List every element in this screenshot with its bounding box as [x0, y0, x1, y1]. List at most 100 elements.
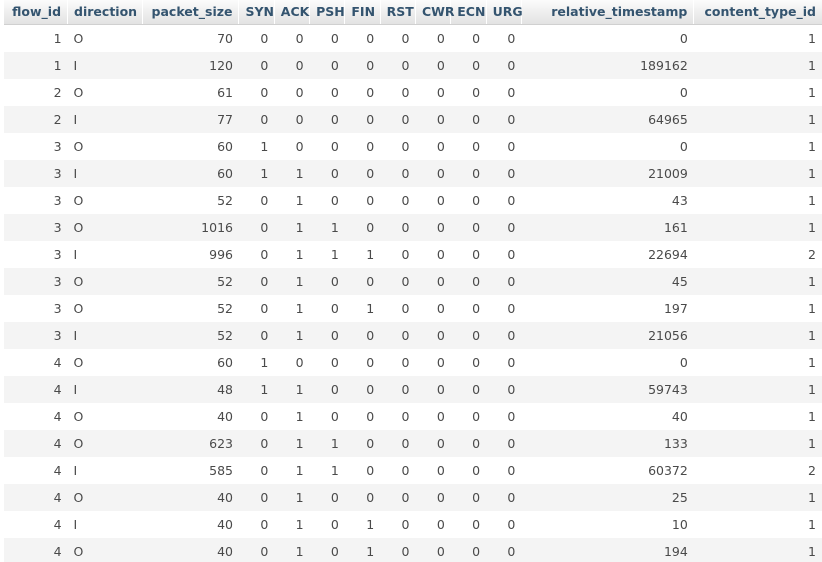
table-row[interactable]: 4 I 585 0 1 1 0 0 0 0 0 60372 2 — [4, 457, 822, 484]
cell-RST: 0 — [380, 376, 416, 403]
column-header-flow_id[interactable]: flow_id — [4, 0, 69, 25]
cell-PSH: 1 — [309, 214, 345, 241]
table-row[interactable]: 4 O 40 0 1 0 0 0 0 0 0 25 1 — [4, 484, 822, 511]
cell-direction: O — [67, 349, 143, 376]
column-header-URG[interactable]: URG — [486, 0, 523, 25]
cell-packet_size: 60 — [142, 349, 239, 376]
cell-flow_id: 3 — [4, 187, 68, 214]
cell-URG: 0 — [486, 538, 522, 562]
cell-CWR: 0 — [415, 160, 451, 187]
cell-ECN: 0 — [450, 511, 487, 538]
cell-PSH: 0 — [309, 52, 345, 79]
column-header-CWR[interactable]: CWR — [415, 0, 455, 25]
cell-SYN: 0 — [238, 457, 275, 484]
column-header-ECN[interactable]: ECN — [450, 0, 487, 25]
cell-flow_id: 4 — [4, 403, 68, 430]
cell-SYN: 0 — [238, 79, 275, 106]
table-row[interactable]: 3 I 60 1 1 0 0 0 0 0 0 21009 1 — [4, 160, 822, 187]
table-row[interactable]: 4 O 60 1 0 0 0 0 0 0 0 0 1 — [4, 349, 822, 376]
cell-content_type_id: 1 — [693, 511, 822, 538]
cell-flow_id: 3 — [4, 133, 68, 160]
cell-packet_size: 52 — [142, 295, 239, 322]
cell-content_type_id: 1 — [693, 268, 822, 295]
cell-ECN: 0 — [450, 484, 487, 511]
cell-content_type_id: 1 — [693, 349, 822, 376]
cell-packet_size: 40 — [142, 511, 239, 538]
table-row[interactable]: 3 O 52 0 1 0 0 0 0 0 0 43 1 — [4, 187, 822, 214]
cell-packet_size: 40 — [142, 484, 239, 511]
cell-FIN: 0 — [344, 430, 381, 457]
cell-relative_timestamp: 22694 — [521, 241, 694, 268]
cell-flow_id: 4 — [4, 511, 68, 538]
cell-relative_timestamp: 45 — [521, 268, 694, 295]
cell-ECN: 0 — [450, 457, 487, 484]
cell-PSH: 0 — [309, 79, 345, 106]
table-header-row: flow_id direction packet_size SYN ACK PSH FIN R… — [4, 0, 822, 25]
table-row[interactable]: 2 O 61 0 0 0 0 0 0 0 0 0 1 — [4, 79, 822, 106]
column-header-content_type_id[interactable]: content_type_id — [693, 0, 822, 25]
cell-flow_id: 4 — [4, 430, 68, 457]
table-row[interactable]: 1 O 70 0 0 0 0 0 0 0 0 0 1 — [4, 24, 822, 52]
table-row[interactable]: 4 O 40 0 1 0 0 0 0 0 0 40 1 — [4, 403, 822, 430]
cell-FIN: 0 — [344, 457, 381, 484]
column-header-SYN[interactable]: SYN — [238, 0, 275, 25]
column-header-FIN[interactable]: FIN — [344, 0, 381, 25]
cell-flow_id: 4 — [4, 538, 68, 562]
cell-content_type_id: 1 — [693, 322, 822, 349]
cell-direction: O — [67, 403, 143, 430]
cell-flow_id: 2 — [4, 106, 68, 133]
cell-RST: 0 — [380, 160, 416, 187]
table-row[interactable]: 3 O 52 0 1 0 1 0 0 0 0 197 1 — [4, 295, 822, 322]
cell-URG: 0 — [486, 187, 522, 214]
cell-ACK: 1 — [274, 538, 310, 562]
table-row[interactable]: 2 I 77 0 0 0 0 0 0 0 0 64965 1 — [4, 106, 822, 133]
table-row[interactable]: 3 I 52 0 1 0 0 0 0 0 0 21056 1 — [4, 322, 822, 349]
cell-URG: 0 — [486, 349, 522, 376]
cell-CWR: 0 — [415, 349, 451, 376]
cell-PSH: 0 — [309, 484, 345, 511]
column-header-packet_size[interactable]: packet_size — [142, 0, 240, 25]
cell-PSH: 0 — [309, 268, 345, 295]
cell-packet_size: 40 — [142, 403, 239, 430]
cell-CWR: 0 — [415, 430, 451, 457]
cell-direction: I — [67, 106, 143, 133]
cell-ACK: 1 — [274, 376, 310, 403]
cell-content_type_id: 1 — [693, 214, 822, 241]
cell-URG: 0 — [486, 457, 522, 484]
cell-relative_timestamp: 43 — [521, 187, 694, 214]
cell-FIN: 0 — [344, 376, 381, 403]
table-row[interactable]: 4 O 623 0 1 1 0 0 0 0 0 133 1 — [4, 430, 822, 457]
table-row[interactable]: 3 I 996 0 1 1 1 0 0 0 0 22694 2 — [4, 241, 822, 268]
cell-packet_size: 120 — [142, 52, 239, 79]
cell-FIN: 0 — [344, 52, 381, 79]
column-header-direction[interactable]: direction — [67, 0, 143, 25]
cell-ECN: 0 — [450, 349, 487, 376]
cell-ACK: 0 — [274, 52, 310, 79]
cell-FIN: 1 — [344, 511, 381, 538]
cell-SYN: 0 — [238, 268, 275, 295]
table-row[interactable]: 4 I 48 1 1 0 0 0 0 0 0 59743 1 — [4, 376, 822, 403]
cell-PSH: 1 — [309, 241, 345, 268]
table-row[interactable]: 3 O 52 0 1 0 0 0 0 0 0 45 1 — [4, 268, 822, 295]
table-row[interactable]: 4 O 40 0 1 0 1 0 0 0 0 194 1 — [4, 538, 822, 562]
cell-ECN: 0 — [450, 24, 487, 52]
cell-CWR: 0 — [415, 457, 451, 484]
table-row[interactable]: 3 O 60 1 0 0 0 0 0 0 0 0 1 — [4, 133, 822, 160]
cell-ACK: 0 — [274, 106, 310, 133]
column-header-PSH[interactable]: PSH — [309, 0, 346, 25]
column-header-ACK[interactable]: ACK — [274, 0, 311, 25]
cell-PSH: 1 — [309, 457, 345, 484]
table-row[interactable]: 4 I 40 0 1 0 1 0 0 0 0 10 1 — [4, 511, 822, 538]
table-row[interactable]: 1 I 120 0 0 0 0 0 0 0 0 189162 1 — [4, 52, 822, 79]
cell-packet_size: 585 — [142, 457, 239, 484]
table-row[interactable]: 3 O 1016 0 1 1 0 0 0 0 0 161 1 — [4, 214, 822, 241]
column-header-relative_timestamp[interactable]: relative_timestamp — [521, 0, 695, 25]
column-header-RST[interactable]: RST — [380, 0, 416, 25]
cell-ACK: 1 — [274, 430, 310, 457]
cell-RST: 0 — [380, 457, 416, 484]
cell-relative_timestamp: 161 — [521, 214, 694, 241]
cell-ACK: 0 — [274, 79, 310, 106]
cell-RST: 0 — [380, 538, 416, 562]
cell-CWR: 0 — [415, 538, 451, 562]
cell-CWR: 0 — [415, 241, 451, 268]
